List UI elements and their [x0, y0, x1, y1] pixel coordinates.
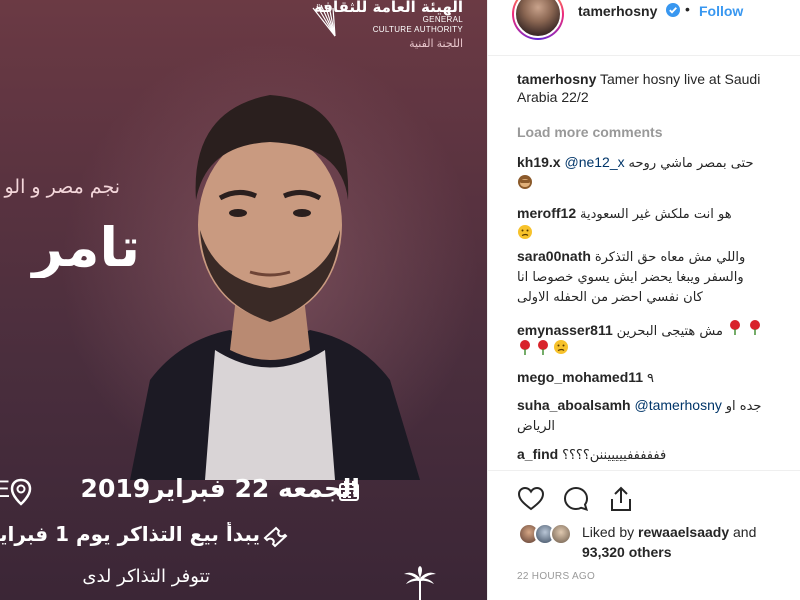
post-image[interactable]: الهيئة العامة للثقافة GENERAL CULTURE AU…: [0, 0, 487, 600]
comment-item: meroff12 هو انت ملكش غير السعودية: [517, 204, 793, 224]
comment-text: واللي مش معاه حق التذكرة: [594, 250, 746, 265]
rose-emoji-icon: [538, 340, 548, 355]
comment-mention[interactable]: @ne12_x: [564, 154, 624, 170]
rose-emoji-icon: [749, 320, 760, 335]
poster-subtitle: نجم مصر و الو: [4, 176, 120, 198]
liker-avatar[interactable]: [550, 523, 572, 545]
ticket-sale-date: يبدأ بيع التذاكر يوم 1 فبراير: [0, 522, 260, 546]
post-panel: tamerhosny • Follow tamerhosny Tamer hos…: [487, 0, 800, 600]
comment-username[interactable]: meroff12: [517, 205, 576, 221]
committee-name: اللجنة الفنية: [409, 38, 463, 50]
comment-text-line3: كان نفسي احضر من الحفله الاولى: [517, 290, 703, 305]
follow-button[interactable]: Follow: [699, 3, 743, 19]
comment-emojis: [517, 174, 533, 192]
post-timestamp[interactable]: 22 HOURS AGO: [517, 571, 595, 582]
liked-by-user[interactable]: rewaaelsaady: [638, 524, 729, 540]
post-actions: [488, 470, 800, 520]
comment-text: جده او: [725, 399, 762, 414]
comment-username[interactable]: emynasser811: [517, 322, 613, 338]
comment-text: ٩: [646, 371, 654, 386]
comment-emojis: [517, 224, 533, 242]
comment-emojis: [517, 339, 569, 357]
monkey-emoji-icon: [518, 175, 532, 189]
poster-name: تامر: [32, 218, 140, 278]
confused-emoji-icon: [518, 225, 532, 239]
palm-logo-icon: [404, 566, 436, 600]
calendar-icon: [339, 481, 359, 501]
comment-username[interactable]: suha_aboalsamh: [517, 397, 631, 413]
avatar[interactable]: [512, 0, 564, 40]
rose-emoji-icon: [520, 340, 530, 355]
caption-username[interactable]: tamerhosny: [517, 71, 596, 87]
comment-text: هو انت ملكش غير السعودية: [580, 207, 732, 222]
comment-item: a_find ففففففيييييننن؟؟؟؟: [517, 445, 793, 465]
separator-dot: •: [685, 1, 690, 17]
comment-username[interactable]: mego_mohamed11: [517, 369, 643, 385]
comment-item: suha_aboalsamh @tamerhosny جده او الرياض: [517, 396, 793, 436]
tickets-available-at: تتوفر التذاكر لدى: [82, 566, 210, 587]
comment-username[interactable]: a_find: [517, 446, 558, 462]
comment-username[interactable]: kh19.x: [517, 154, 561, 170]
share-icon[interactable]: [607, 485, 635, 513]
location-pin-icon: [10, 478, 32, 506]
comment-text: حتى بمصر ماشي روحه: [628, 156, 754, 171]
comment-username[interactable]: sara00nath: [517, 248, 591, 264]
date-row: E الجمعه 22 فبراير2019: [0, 472, 487, 512]
liked-by-and: and: [733, 524, 757, 540]
comment-item: sara00nath واللي مش معاه حق التذكرة والس…: [517, 247, 793, 307]
event-date: الجمعه 22 فبراير2019: [80, 474, 360, 503]
fan-logo-icon: [312, 4, 336, 37]
ticket-icon: [263, 526, 288, 548]
comment-mention[interactable]: @tamerhosny: [635, 397, 722, 413]
likes-summary: Liked by rewaaelsaady and 93,320 others: [582, 522, 792, 562]
liked-by-prefix: Liked by: [582, 524, 635, 540]
post-caption: tamerhosny Tamer hosny live at Saudi Ara…: [517, 70, 787, 106]
verified-icon: [666, 3, 680, 17]
post-username[interactable]: tamerhosny: [578, 3, 657, 19]
comments-section: tamerhosny Tamer hosny live at Saudi Ara…: [488, 62, 800, 465]
comment-item: emynasser811 مش هتيجى البحرين: [517, 319, 793, 341]
post-header: tamerhosny • Follow: [488, 0, 800, 56]
others-count[interactable]: 93,320 others: [582, 544, 672, 560]
likes-row: Liked by rewaaelsaady and 93,320 others: [488, 515, 800, 563]
load-more-comments-button[interactable]: Load more comments: [517, 124, 662, 140]
comment-item: mego_mohamed11 ٩: [517, 368, 793, 388]
comment-text-line2: الرياض: [517, 419, 556, 434]
confused-emoji-icon: [554, 340, 568, 354]
comment-text: مش هتيجى البحرين: [616, 324, 723, 339]
singer-portrait: [130, 95, 420, 480]
edge-icon: E: [0, 476, 11, 503]
comment-item: kh19.x @ne12_x حتى بمصر ماشي روحه: [517, 153, 793, 173]
comment-text: ففففففيييييننن؟؟؟؟: [562, 448, 667, 463]
liker-avatars[interactable]: [518, 523, 578, 545]
comment-icon[interactable]: [562, 485, 590, 513]
rose-emoji-icon: [729, 320, 740, 335]
comment-text-line2: والسفر ويبغا يحضر ايش يسوي خصوصا انا: [517, 270, 744, 285]
heart-icon[interactable]: [517, 485, 545, 513]
